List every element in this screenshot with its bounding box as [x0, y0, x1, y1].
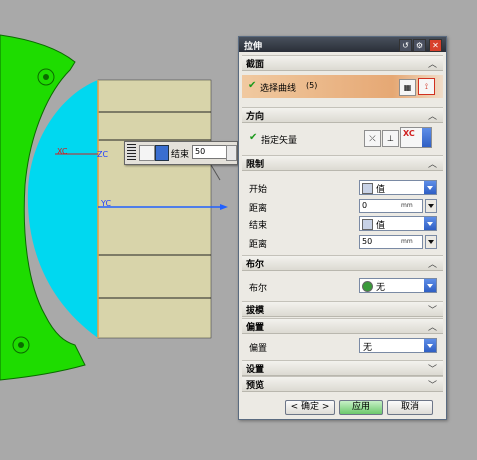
close-icon[interactable]: ✕ [429, 39, 442, 52]
end-distance-spin[interactable] [425, 235, 437, 249]
section-header-settings[interactable]: 设置 ﹀ [242, 360, 443, 376]
mounting-hole [43, 74, 49, 80]
start-distance-input[interactable]: 0 mm [359, 199, 423, 213]
sketch-section-icon[interactable]: ▦ [399, 79, 416, 96]
start-limit-value: 值 [376, 185, 386, 195]
section-header-boolean[interactable]: 布尔 ︿ [242, 255, 443, 271]
end-limit-value: 值 [376, 221, 386, 231]
start-distance-value: 0 [362, 201, 368, 210]
limit-type-dropdown[interactable] [155, 145, 169, 161]
chevron-down-icon[interactable] [424, 279, 436, 292]
end-label: 结束 [249, 221, 268, 231]
axis-zc-label: ZC [97, 150, 109, 159]
boolean-dropdown[interactable]: 无 [359, 278, 437, 293]
section-title: 预览 [246, 381, 265, 391]
chevron-down-icon[interactable] [424, 339, 436, 352]
chevron-down-icon[interactable]: ﹀ [428, 362, 437, 375]
end-distance-label: 距离 [249, 240, 268, 250]
cube-icon [362, 183, 373, 194]
ok-button[interactable]: < 确定 > [285, 400, 335, 415]
end-distance-input[interactable]: 50 mm [359, 235, 423, 249]
unit-label: mm [401, 238, 413, 245]
chevron-up-icon[interactable]: ︿ [428, 57, 437, 70]
chevron-up-icon[interactable]: ︿ [428, 109, 437, 122]
chevron-down-icon[interactable] [424, 217, 436, 230]
section-header-offset[interactable]: 偏置 ︿ [242, 318, 443, 334]
offset-value: 无 [363, 343, 373, 353]
boolean-label: 布尔 [249, 284, 268, 294]
boolean-value: 无 [376, 283, 386, 293]
chevron-up-icon[interactable]: ︿ [428, 157, 437, 170]
chevron-down-icon[interactable]: ﹀ [428, 378, 437, 391]
chevron-up-icon[interactable]: ︿ [428, 257, 437, 270]
section-header-preview[interactable]: 预览 ﹀ [242, 376, 443, 392]
section-header-limits[interactable]: 限制 ︿ [242, 155, 443, 171]
mini-end-label: 结束 [171, 150, 190, 160]
start-distance-label: 距离 [249, 204, 268, 214]
axis-yc-label: YC [101, 199, 112, 208]
chevron-down-icon[interactable] [422, 128, 431, 147]
apply-button[interactable]: 应用 [339, 400, 383, 415]
axis-xc-label: XC [57, 147, 68, 156]
chevron-down-icon[interactable] [424, 181, 436, 194]
cube-icon [362, 219, 373, 230]
section-title: 截面 [246, 60, 265, 70]
checkmark-icon: ✔ [249, 132, 258, 143]
curve-select-icon[interactable]: ⟟ [418, 78, 435, 95]
mini-end-distance-input[interactable]: 50 [192, 145, 228, 159]
reset-icon[interactable]: ↺ [399, 39, 412, 52]
end-distance-mini-toolbar[interactable]: 结束 50 [124, 141, 238, 165]
unit-label: mm [401, 202, 413, 209]
reverse-direction-icon[interactable]: ⤫ [364, 130, 381, 147]
section-header-direction[interactable]: 方向 ︿ [242, 107, 443, 123]
offset-dropdown[interactable]: 无 [359, 338, 437, 353]
mini-spin-button[interactable] [226, 145, 237, 161]
section-title: 限制 [246, 160, 265, 170]
section-header-section[interactable]: 截面 ︿ [242, 55, 443, 71]
xc-option-text: XC [403, 129, 415, 138]
drag-grip-icon[interactable] [127, 144, 136, 160]
section-header-draft[interactable]: 拔模 ﹀ [242, 301, 443, 317]
chevron-up-icon[interactable]: ︿ [428, 320, 437, 333]
section-title: 偏置 [246, 323, 265, 333]
vector-type-dropdown[interactable]: XC [400, 127, 432, 148]
section-title: 方向 [246, 112, 265, 122]
chevron-down-icon[interactable]: ﹀ [428, 303, 437, 316]
specify-vector-label: 指定矢量 [261, 136, 298, 146]
start-limit-dropdown[interactable]: 值 [359, 180, 437, 195]
start-distance-spin[interactable] [425, 199, 437, 213]
dialog-titlebar[interactable]: 拉伸 ↺ ⚙ ✕ [239, 37, 446, 52]
end-limit-dropdown[interactable]: 值 [359, 216, 437, 231]
checkmark-icon: ✔ [248, 80, 257, 91]
offset-label: 偏置 [249, 344, 268, 354]
select-curve-label: 选择曲线 [260, 84, 297, 94]
extrude-preview-plane [97, 79, 212, 339]
vector-dialog-icon[interactable]: ⊥ [382, 130, 399, 147]
section-title: 拔模 [246, 306, 265, 316]
gear-icon[interactable]: ⚙ [413, 39, 426, 52]
dialog-title: 拉伸 [244, 42, 263, 52]
extrude-dialog: 拉伸 ↺ ⚙ ✕ 截面 ︿ ✔ 选择曲线 (5) ▦ ⟟ 方向 ︿ ✔ 指定矢量… [238, 36, 447, 420]
cube-icon [139, 145, 155, 161]
start-label: 开始 [249, 185, 268, 195]
mounting-hole [18, 342, 24, 348]
section-title: 设置 [246, 365, 265, 375]
boolean-none-icon [362, 281, 373, 292]
select-curve-row[interactable]: ✔ 选择曲线 (5) ▦ ⟟ [242, 75, 443, 98]
select-curve-count: (5) [306, 81, 318, 90]
end-distance-value: 50 [362, 237, 373, 246]
section-title: 布尔 [246, 260, 265, 270]
cancel-button[interactable]: 取消 [387, 400, 433, 415]
